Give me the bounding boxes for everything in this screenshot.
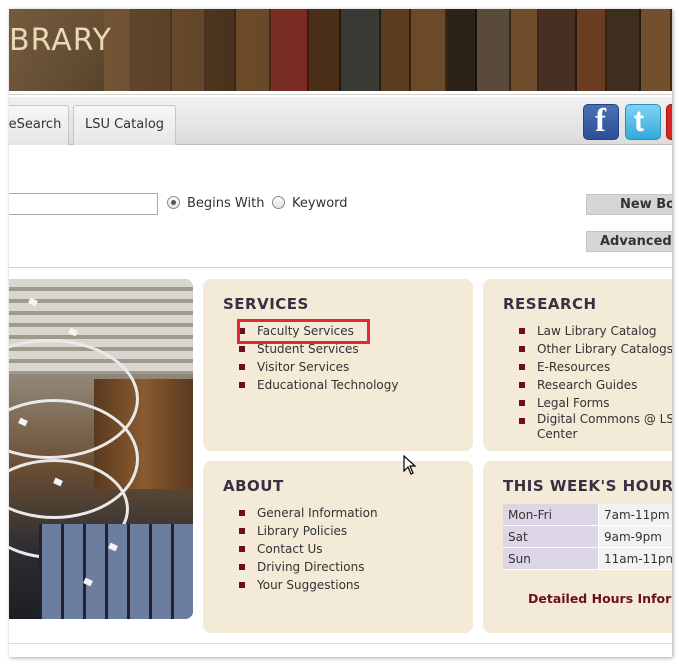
tab-esearch[interactable]: eSearch <box>9 105 69 145</box>
hours-time: 9am-9pm <box>599 526 672 548</box>
hours-day: Sat <box>503 526 599 548</box>
research-heading: RESEARCH <box>503 295 597 313</box>
new-books-button[interactable]: New Bo <box>586 194 672 215</box>
facebook-icon[interactable]: f <box>583 103 619 140</box>
about-link-policies[interactable]: Library Policies <box>237 522 378 540</box>
bullet-icon <box>519 418 525 424</box>
bullet-icon <box>239 382 245 388</box>
about-panel: ABOUT General Information Library Polici… <box>203 461 473 633</box>
services-link-edtech[interactable]: Educational Technology <box>237 376 398 394</box>
hours-day: Sun <box>503 548 599 570</box>
faculty-services-highlight-box <box>237 319 370 344</box>
hours-day: Mon-Fri <box>503 504 599 526</box>
detailed-hours-link[interactable]: Detailed Hours Information <box>528 591 672 606</box>
services-link-visitor[interactable]: Visitor Services <box>237 358 398 376</box>
bullet-icon <box>239 364 245 370</box>
bullet-icon <box>519 382 525 388</box>
research-link-other-catalogs[interactable]: Other Library Catalogs <box>517 340 672 358</box>
bullet-icon <box>519 346 525 352</box>
banner-divider <box>9 92 672 95</box>
about-heading: ABOUT <box>223 477 284 495</box>
about-link-directions[interactable]: Driving Directions <box>237 558 378 576</box>
services-panel: SERVICES Faculty Services Student Servic… <box>203 279 473 451</box>
bullet-icon <box>239 546 245 552</box>
browser-viewport: BRARY eSearch LSU Catalog f t Begins Wit… <box>9 9 672 657</box>
hours-row: Sat 9am-9pm <box>503 526 672 548</box>
research-link-guides[interactable]: Research Guides <box>517 376 672 394</box>
services-heading: SERVICES <box>223 295 309 313</box>
hours-table: Mon-Fri 7am-11pm Sat 9am-9pm Sun 11am-11… <box>503 504 672 570</box>
hours-row: Sun 11am-11pm <box>503 548 672 570</box>
search-divider <box>9 267 672 268</box>
library-banner: BRARY <box>9 9 672 91</box>
research-link-law-catalog[interactable]: Law Library Catalog <box>517 322 672 340</box>
research-list: Law Library Catalog Other Library Catalo… <box>517 322 672 442</box>
mouse-cursor-icon <box>403 455 417 475</box>
hours-panel: THIS WEEK'S HOURS Mon-Fri 7am-11pm Sat 9… <box>483 461 672 633</box>
bullet-icon <box>519 364 525 370</box>
bullet-icon <box>239 528 245 534</box>
bullet-icon <box>239 564 245 570</box>
begins-with-label: Begins With <box>187 196 265 211</box>
keyword-radio[interactable] <box>272 196 285 209</box>
research-panel: RESEARCH Law Library Catalog Other Libra… <box>483 279 672 451</box>
about-link-general-info[interactable]: General Information <box>237 504 378 522</box>
bullet-icon <box>239 582 245 588</box>
library-atrium-photo <box>9 279 193 619</box>
begins-with-radio[interactable] <box>167 196 180 209</box>
bullet-icon <box>239 510 245 516</box>
advanced-search-button[interactable]: Advanced <box>586 231 672 252</box>
footer-divider <box>9 643 672 644</box>
about-link-contact[interactable]: Contact Us <box>237 540 378 558</box>
about-link-suggestions[interactable]: Your Suggestions <box>237 576 378 594</box>
bullet-icon <box>239 346 245 352</box>
nav-bar: eSearch LSU Catalog f t <box>9 97 672 145</box>
hours-time: 11am-11pm <box>599 548 672 570</box>
research-link-eresources[interactable]: E-Resources <box>517 358 672 376</box>
research-link-digital-commons[interactable]: Digital Commons @ LSU Center <box>517 412 672 442</box>
bullet-icon <box>519 328 525 334</box>
hours-heading: THIS WEEK'S HOURS <box>503 477 672 495</box>
research-link-legal-forms[interactable]: Legal Forms <box>517 394 672 412</box>
keyword-label: Keyword <box>292 196 348 211</box>
hours-row: Mon-Fri 7am-11pm <box>503 504 672 526</box>
catalog-search-input[interactable] <box>9 193 158 215</box>
tab-lsu-catalog[interactable]: LSU Catalog <box>73 105 176 145</box>
twitter-icon[interactable]: t <box>625 104 661 140</box>
about-list: General Information Library Policies Con… <box>237 504 378 594</box>
youtube-icon[interactable] <box>666 104 672 140</box>
banner-title: BRARY <box>9 23 112 58</box>
bullet-icon <box>519 400 525 406</box>
hours-time: 7am-11pm <box>599 504 672 526</box>
